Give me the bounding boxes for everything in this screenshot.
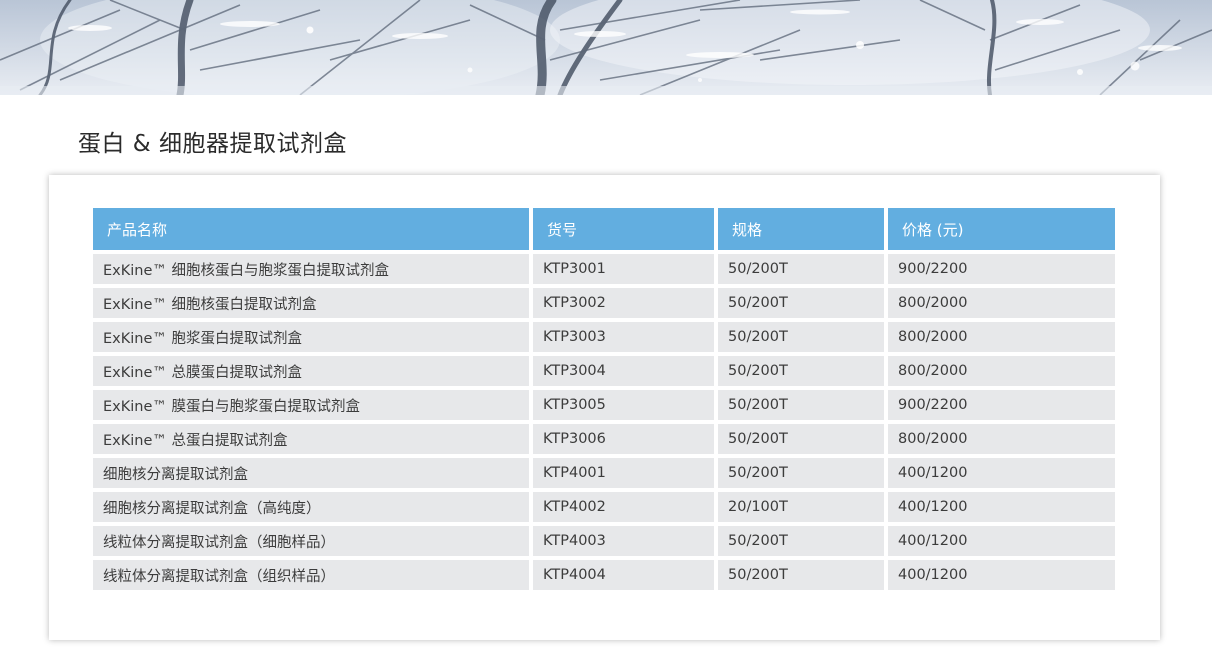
header-specification: 规格 — [718, 208, 884, 250]
cell-catalog-number: KTP3001 — [533, 254, 714, 284]
cell-specification: 50/200T — [718, 458, 884, 488]
cell-specification: 50/200T — [718, 390, 884, 420]
cell-catalog-number: KTP4001 — [533, 458, 714, 488]
cell-catalog-number: KTP4004 — [533, 560, 714, 590]
cell-catalog-number: KTP3006 — [533, 424, 714, 454]
cell-price: 800/2000 — [888, 288, 1115, 318]
table-row: 细胞核分离提取试剂盒（高纯度） KTP4002 20/100T 400/1200 — [93, 492, 1115, 522]
cell-catalog-number: KTP3005 — [533, 390, 714, 420]
cell-product-name: 线粒体分离提取试剂盒（组织样品） — [93, 560, 529, 590]
header-catalog-number: 货号 — [533, 208, 714, 250]
cell-product-name: ExKine™ 总膜蛋白提取试剂盒 — [93, 356, 529, 386]
snowy-trees-banner — [0, 0, 1212, 95]
cell-product-name: ExKine™ 细胞核蛋白提取试剂盒 — [93, 288, 529, 318]
cell-specification: 50/200T — [718, 254, 884, 284]
cell-price: 400/1200 — [888, 526, 1115, 556]
cell-product-name: 线粒体分离提取试剂盒（细胞样品） — [93, 526, 529, 556]
product-price-table: 产品名称 货号 规格 价格 (元) ExKine™ 细胞核蛋白与胞浆蛋白提取试剂… — [89, 204, 1119, 594]
cell-product-name: 细胞核分离提取试剂盒 — [93, 458, 529, 488]
cell-product-name: 细胞核分离提取试剂盒（高纯度） — [93, 492, 529, 522]
table-row: ExKine™ 膜蛋白与胞浆蛋白提取试剂盒 KTP3005 50/200T 90… — [93, 390, 1115, 420]
header-product-name: 产品名称 — [93, 208, 529, 250]
cell-product-name: ExKine™ 胞浆蛋白提取试剂盒 — [93, 322, 529, 352]
cell-catalog-number: KTP3004 — [533, 356, 714, 386]
cell-catalog-number: KTP4002 — [533, 492, 714, 522]
cell-specification: 50/200T — [718, 322, 884, 352]
cell-price: 900/2200 — [888, 390, 1115, 420]
cell-product-name: ExKine™ 细胞核蛋白与胞浆蛋白提取试剂盒 — [93, 254, 529, 284]
cell-specification: 50/200T — [718, 288, 884, 318]
table-row: ExKine™ 胞浆蛋白提取试剂盒 KTP3003 50/200T 800/20… — [93, 322, 1115, 352]
page-title: 蛋白 & 细胞器提取试剂盒 — [78, 131, 348, 157]
table-row: 线粒体分离提取试剂盒（组织样品） KTP4004 50/200T 400/120… — [93, 560, 1115, 590]
header-price: 价格 (元) — [888, 208, 1115, 250]
cell-price: 400/1200 — [888, 560, 1115, 590]
cell-catalog-number: KTP3003 — [533, 322, 714, 352]
cell-price: 800/2000 — [888, 322, 1115, 352]
cell-price: 800/2000 — [888, 356, 1115, 386]
table-row: 细胞核分离提取试剂盒 KTP4001 50/200T 400/1200 — [93, 458, 1115, 488]
table-row: 线粒体分离提取试剂盒（细胞样品） KTP4003 50/200T 400/120… — [93, 526, 1115, 556]
table-header-row: 产品名称 货号 规格 价格 (元) — [93, 208, 1115, 250]
table-row: ExKine™ 细胞核蛋白与胞浆蛋白提取试剂盒 KTP3001 50/200T … — [93, 254, 1115, 284]
cell-specification: 50/200T — [718, 526, 884, 556]
cell-product-name: ExKine™ 总蛋白提取试剂盒 — [93, 424, 529, 454]
banner-illustration — [0, 0, 1212, 95]
cell-specification: 50/200T — [718, 424, 884, 454]
cell-catalog-number: KTP4003 — [533, 526, 714, 556]
cell-price: 800/2000 — [888, 424, 1115, 454]
cell-specification: 50/200T — [718, 560, 884, 590]
cell-specification: 50/200T — [718, 356, 884, 386]
product-table-card: 产品名称 货号 规格 价格 (元) ExKine™ 细胞核蛋白与胞浆蛋白提取试剂… — [49, 175, 1160, 640]
table-row: ExKine™ 总蛋白提取试剂盒 KTP3006 50/200T 800/200… — [93, 424, 1115, 454]
cell-catalog-number: KTP3002 — [533, 288, 714, 318]
cell-price: 900/2200 — [888, 254, 1115, 284]
cell-price: 400/1200 — [888, 458, 1115, 488]
table-row: ExKine™ 细胞核蛋白提取试剂盒 KTP3002 50/200T 800/2… — [93, 288, 1115, 318]
cell-price: 400/1200 — [888, 492, 1115, 522]
cell-product-name: ExKine™ 膜蛋白与胞浆蛋白提取试剂盒 — [93, 390, 529, 420]
cell-specification: 20/100T — [718, 492, 884, 522]
table-row: ExKine™ 总膜蛋白提取试剂盒 KTP3004 50/200T 800/20… — [93, 356, 1115, 386]
